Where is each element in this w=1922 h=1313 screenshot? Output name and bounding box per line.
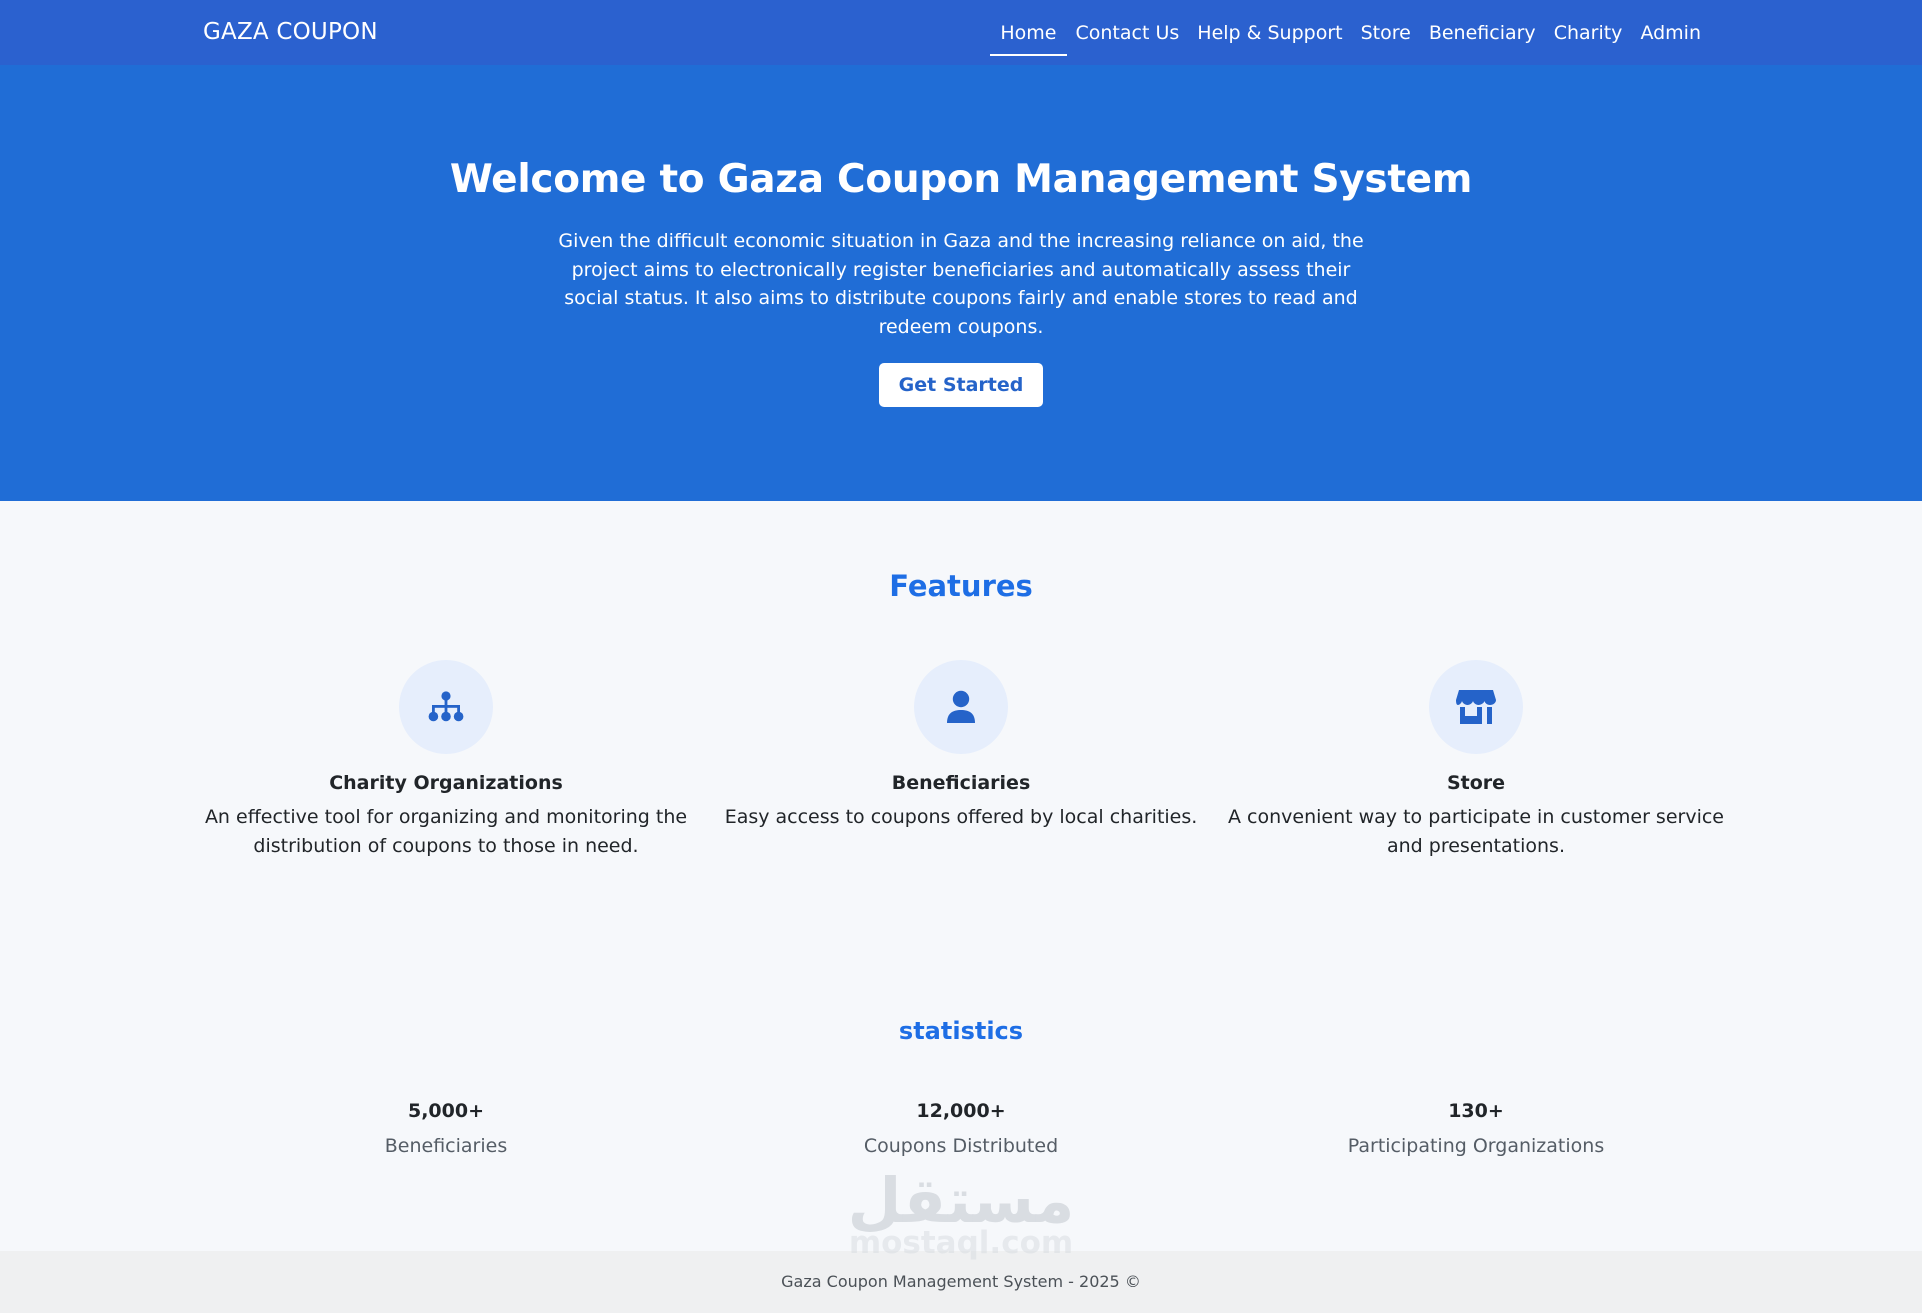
watermark-arabic: مستقل	[847, 1164, 1075, 1237]
feature-title: Store	[1446, 772, 1506, 794]
store-icon	[1429, 660, 1523, 754]
feature-charity-organizations: Charity Organizations An effective tool …	[196, 660, 696, 860]
stat-label: Participating Organizations	[1347, 1135, 1605, 1157]
footer-text: Gaza Coupon Management System - 2025 ©	[781, 1272, 1141, 1291]
feature-title: Charity Organizations	[329, 772, 563, 794]
nav-links: Home Contact Us Help & Support Store Ben…	[990, 0, 1710, 65]
features-title: Features	[889, 569, 1033, 603]
feature-store: Store A convenient way to participate in…	[1226, 660, 1726, 860]
statistics-title: statistics	[898, 1017, 1024, 1045]
hero-description: Given the difficult economic situation i…	[558, 230, 1364, 338]
sitemap-icon	[399, 660, 493, 754]
stat-label: Coupons Distributed	[863, 1135, 1059, 1157]
hero-title: Welcome to Gaza Coupon Management System	[449, 157, 1473, 202]
nav-link-home[interactable]: Home	[990, 0, 1067, 65]
feature-text: Easy access to coupons offered by local …	[724, 806, 1198, 828]
stat-beneficiaries: 5,000+ Beneficiaries	[196, 1100, 696, 1157]
feature-text: A convenient way to participate in custo…	[1228, 806, 1724, 857]
stat-value: 12,000+	[916, 1100, 1006, 1122]
user-icon	[914, 660, 1008, 754]
nav-link-store[interactable]: Store	[1352, 0, 1420, 65]
top-navbar: GAZA COUPON Home Contact Us Help & Suppo…	[0, 0, 1922, 65]
nav-link-help-support[interactable]: Help & Support	[1188, 0, 1351, 65]
nav-link-contact-us[interactable]: Contact Us	[1067, 0, 1189, 65]
stat-value: 5,000+	[407, 1100, 485, 1122]
stat-label: Beneficiaries	[384, 1135, 508, 1157]
get-started-button[interactable]: Get Started	[879, 363, 1043, 407]
stat-value: 130+	[1448, 1100, 1504, 1122]
feature-title: Beneficiaries	[891, 772, 1031, 794]
stat-participating-organizations: 130+ Participating Organizations	[1226, 1100, 1726, 1157]
feature-text: An effective tool for organizing and mon…	[204, 806, 688, 857]
watermark-logo: مستقل mostaql.com	[843, 1170, 1079, 1259]
stat-coupons-distributed: 12,000+ Coupons Distributed	[711, 1100, 1211, 1157]
feature-beneficiaries: Beneficiaries Easy access to coupons off…	[711, 660, 1211, 832]
nav-link-charity[interactable]: Charity	[1545, 0, 1632, 65]
hero-section: Welcome to Gaza Coupon Management System…	[0, 65, 1922, 501]
brand-logo[interactable]: GAZA COUPON	[203, 19, 378, 45]
nav-link-admin[interactable]: Admin	[1631, 0, 1710, 65]
footer: Gaza Coupon Management System - 2025 ©	[0, 1251, 1922, 1313]
nav-link-beneficiary[interactable]: Beneficiary	[1420, 0, 1545, 65]
